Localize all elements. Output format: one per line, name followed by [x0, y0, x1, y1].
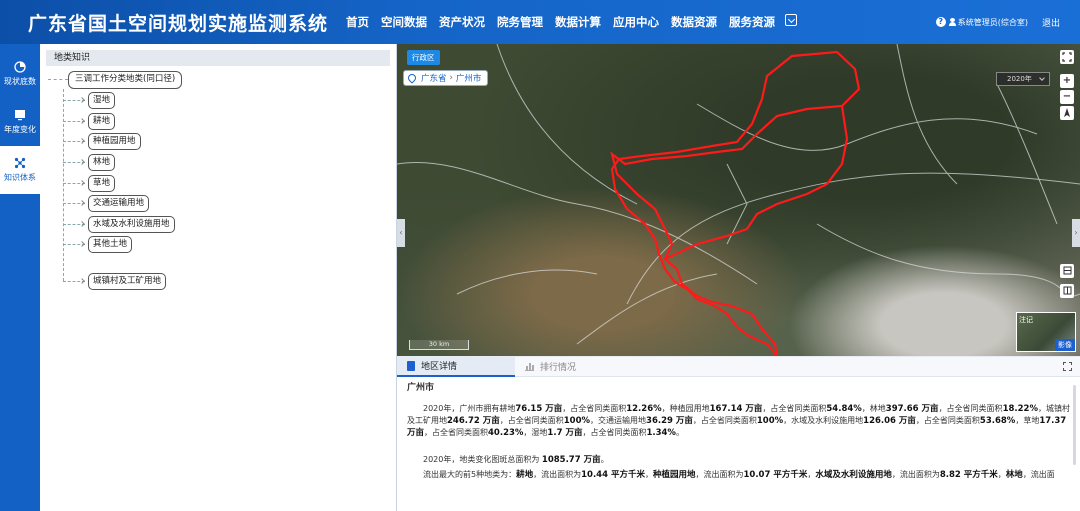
scrollbar[interactable] [1073, 385, 1076, 465]
breadcrumb: 广东省 › 广州市 [403, 70, 489, 86]
monitor-icon [15, 110, 25, 121]
city-name: 广州市 [407, 383, 435, 393]
network-icon [14, 157, 26, 169]
land-type-knowledge-panel: 地类知识 三调工作分类地类(同口径) 湿地 耕地 种植园用地 林地 草地 交通运… [40, 44, 397, 511]
branch-arrow-icon [79, 200, 85, 206]
region-layer-tag[interactable]: 行政区 [407, 50, 440, 65]
outflow-paragraph: 流出最大的前5种地类为：耕地，流出面积为10.44 平方千米，种植园用地，流出面… [423, 470, 1055, 480]
tree-node-wetland[interactable]: 湿地 [88, 92, 116, 109]
tree-node-plantation[interactable]: 种植园用地 [88, 133, 141, 150]
branch-arrow-icon [79, 180, 85, 186]
land-summary-paragraph: 2020年，广州市拥有耕地76.15 万亩，占全省同类面积12.26%，种植园用… [407, 404, 1070, 438]
tree-node-grassland[interactable]: 草地 [88, 175, 116, 192]
fullscreen-icon[interactable] [1060, 50, 1074, 64]
bar-chart-icon [525, 362, 534, 371]
collapse-left-icon[interactable]: ‹ [397, 219, 405, 247]
rail-label: 现状底数 [4, 77, 36, 86]
tree-node-transport[interactable]: 交通运输用地 [88, 195, 150, 212]
tree-node-urban-mining[interactable]: 城镇村及工矿用地 [88, 273, 167, 290]
branch-arrow-icon [79, 138, 85, 144]
basemap-note-label: 注记 [1019, 316, 1033, 324]
year-select-value: 2020年 [1007, 75, 1032, 83]
year-select[interactable]: 2020年 [996, 72, 1050, 86]
branch-arrow-icon [79, 221, 85, 227]
user-name[interactable]: 系统管理员(综合室) [958, 17, 1028, 28]
document-icon [407, 360, 415, 371]
nav-service-resources[interactable]: 服务资源 [723, 14, 781, 30]
rail-item-annual-change[interactable]: 年度变化 [0, 98, 40, 146]
breadcrumb-province[interactable]: 广东省 [421, 72, 447, 84]
rail-label: 年度变化 [4, 125, 36, 134]
main-nav: 首页 空间数据 资产状况 院务管理 数据计算 应用中心 数据资源 服务资源 [340, 14, 797, 30]
expand-icon[interactable] [1063, 362, 1072, 371]
nav-data-resources[interactable]: 数据资源 [665, 14, 723, 30]
panel-title: 地类知识 [46, 50, 390, 66]
app-title: 广东省国土空间规划实施监测系统 [28, 12, 329, 35]
details-content: 广州市 2020年，广州市拥有耕地76.15 万亩，占全省同类面积12.26%，… [397, 377, 1080, 490]
compass-icon[interactable] [1060, 106, 1074, 120]
branch-arrow-icon [79, 159, 85, 165]
branch-arrow-icon [79, 118, 85, 124]
satellite-map[interactable]: 行政区 广东省 › 广州市 2020年 + − ‹ › 30 km 注记 影像 [397, 44, 1080, 356]
nav-institute-management[interactable]: 院务管理 [491, 14, 549, 30]
tree-connector [48, 79, 68, 80]
location-pin-icon [406, 72, 418, 84]
zoom-out-button[interactable]: − [1060, 90, 1074, 104]
map-overlay [397, 44, 1080, 356]
breadcrumb-city[interactable]: 广州市 [456, 72, 482, 84]
scale-bar: 30 km [409, 340, 469, 350]
tree-root-node[interactable]: 三调工作分类地类(同口径) [68, 71, 183, 89]
nav-application-center[interactable]: 应用中心 [607, 14, 665, 30]
tree-connector [63, 89, 64, 281]
collapse-right-icon[interactable]: › [1072, 219, 1080, 247]
breadcrumb-separator: › [449, 73, 453, 83]
tree-node-water[interactable]: 水域及水利设施用地 [88, 216, 175, 233]
chevron-down-icon [1039, 75, 1045, 81]
pie-chart-icon [14, 61, 26, 73]
zoom-in-button[interactable]: + [1060, 74, 1074, 88]
rail-label: 知识体系 [4, 173, 36, 182]
nav-asset-status[interactable]: 资产状况 [433, 14, 491, 30]
rail-item-knowledge-system[interactable]: 知识体系 [0, 146, 40, 194]
details-panel: 地区详情 排行情况 广州市 2020年，广州市拥有耕地76.15 万亩，占全省同… [397, 356, 1080, 511]
nav-more-dropdown-icon[interactable] [785, 14, 797, 26]
branch-arrow-icon [79, 278, 85, 284]
details-tabs: 地区详情 排行情况 [397, 356, 1080, 377]
top-header: 广东省国土空间规划实施监测系统 首页 空间数据 资产状况 院务管理 数据计算 应… [0, 0, 1080, 44]
tree-node-other-land[interactable]: 其他土地 [88, 236, 133, 253]
branch-arrow-icon [79, 241, 85, 247]
help-icon[interactable]: ? [935, 17, 946, 27]
user-area: ? 系统管理员(综合室) 退出 [935, 0, 1060, 44]
rail-item-current-baseline[interactable]: 现状底数 [0, 50, 40, 98]
tab-region-details[interactable]: 地区详情 [397, 356, 515, 377]
nav-spatial-data[interactable]: 空间数据 [375, 14, 433, 30]
nav-home[interactable]: 首页 [340, 14, 375, 30]
layers-icon[interactable] [1060, 264, 1074, 278]
basemap-label: 影像 [1055, 339, 1075, 351]
basemap-switcher[interactable]: 注记 影像 [1016, 312, 1076, 352]
logout-link[interactable]: 退出 [1042, 16, 1060, 29]
user-icon [948, 18, 956, 26]
branch-arrow-icon [79, 97, 85, 103]
tab-label: 地区详情 [421, 362, 458, 372]
tree-node-cultivated-land[interactable]: 耕地 [88, 113, 116, 130]
tree-node-forest[interactable]: 林地 [88, 154, 116, 171]
nav-data-computation[interactable]: 数据计算 [549, 14, 607, 30]
map-book-icon[interactable] [1060, 284, 1074, 298]
tab-ranking[interactable]: 排行情况 [515, 357, 586, 377]
tab-label: 排行情况 [540, 363, 577, 373]
change-total-paragraph: 2020年，地类变化图斑总面积为 1085.77 万亩。 [423, 455, 609, 465]
left-rail: 现状底数 年度变化 知识体系 [0, 44, 40, 511]
